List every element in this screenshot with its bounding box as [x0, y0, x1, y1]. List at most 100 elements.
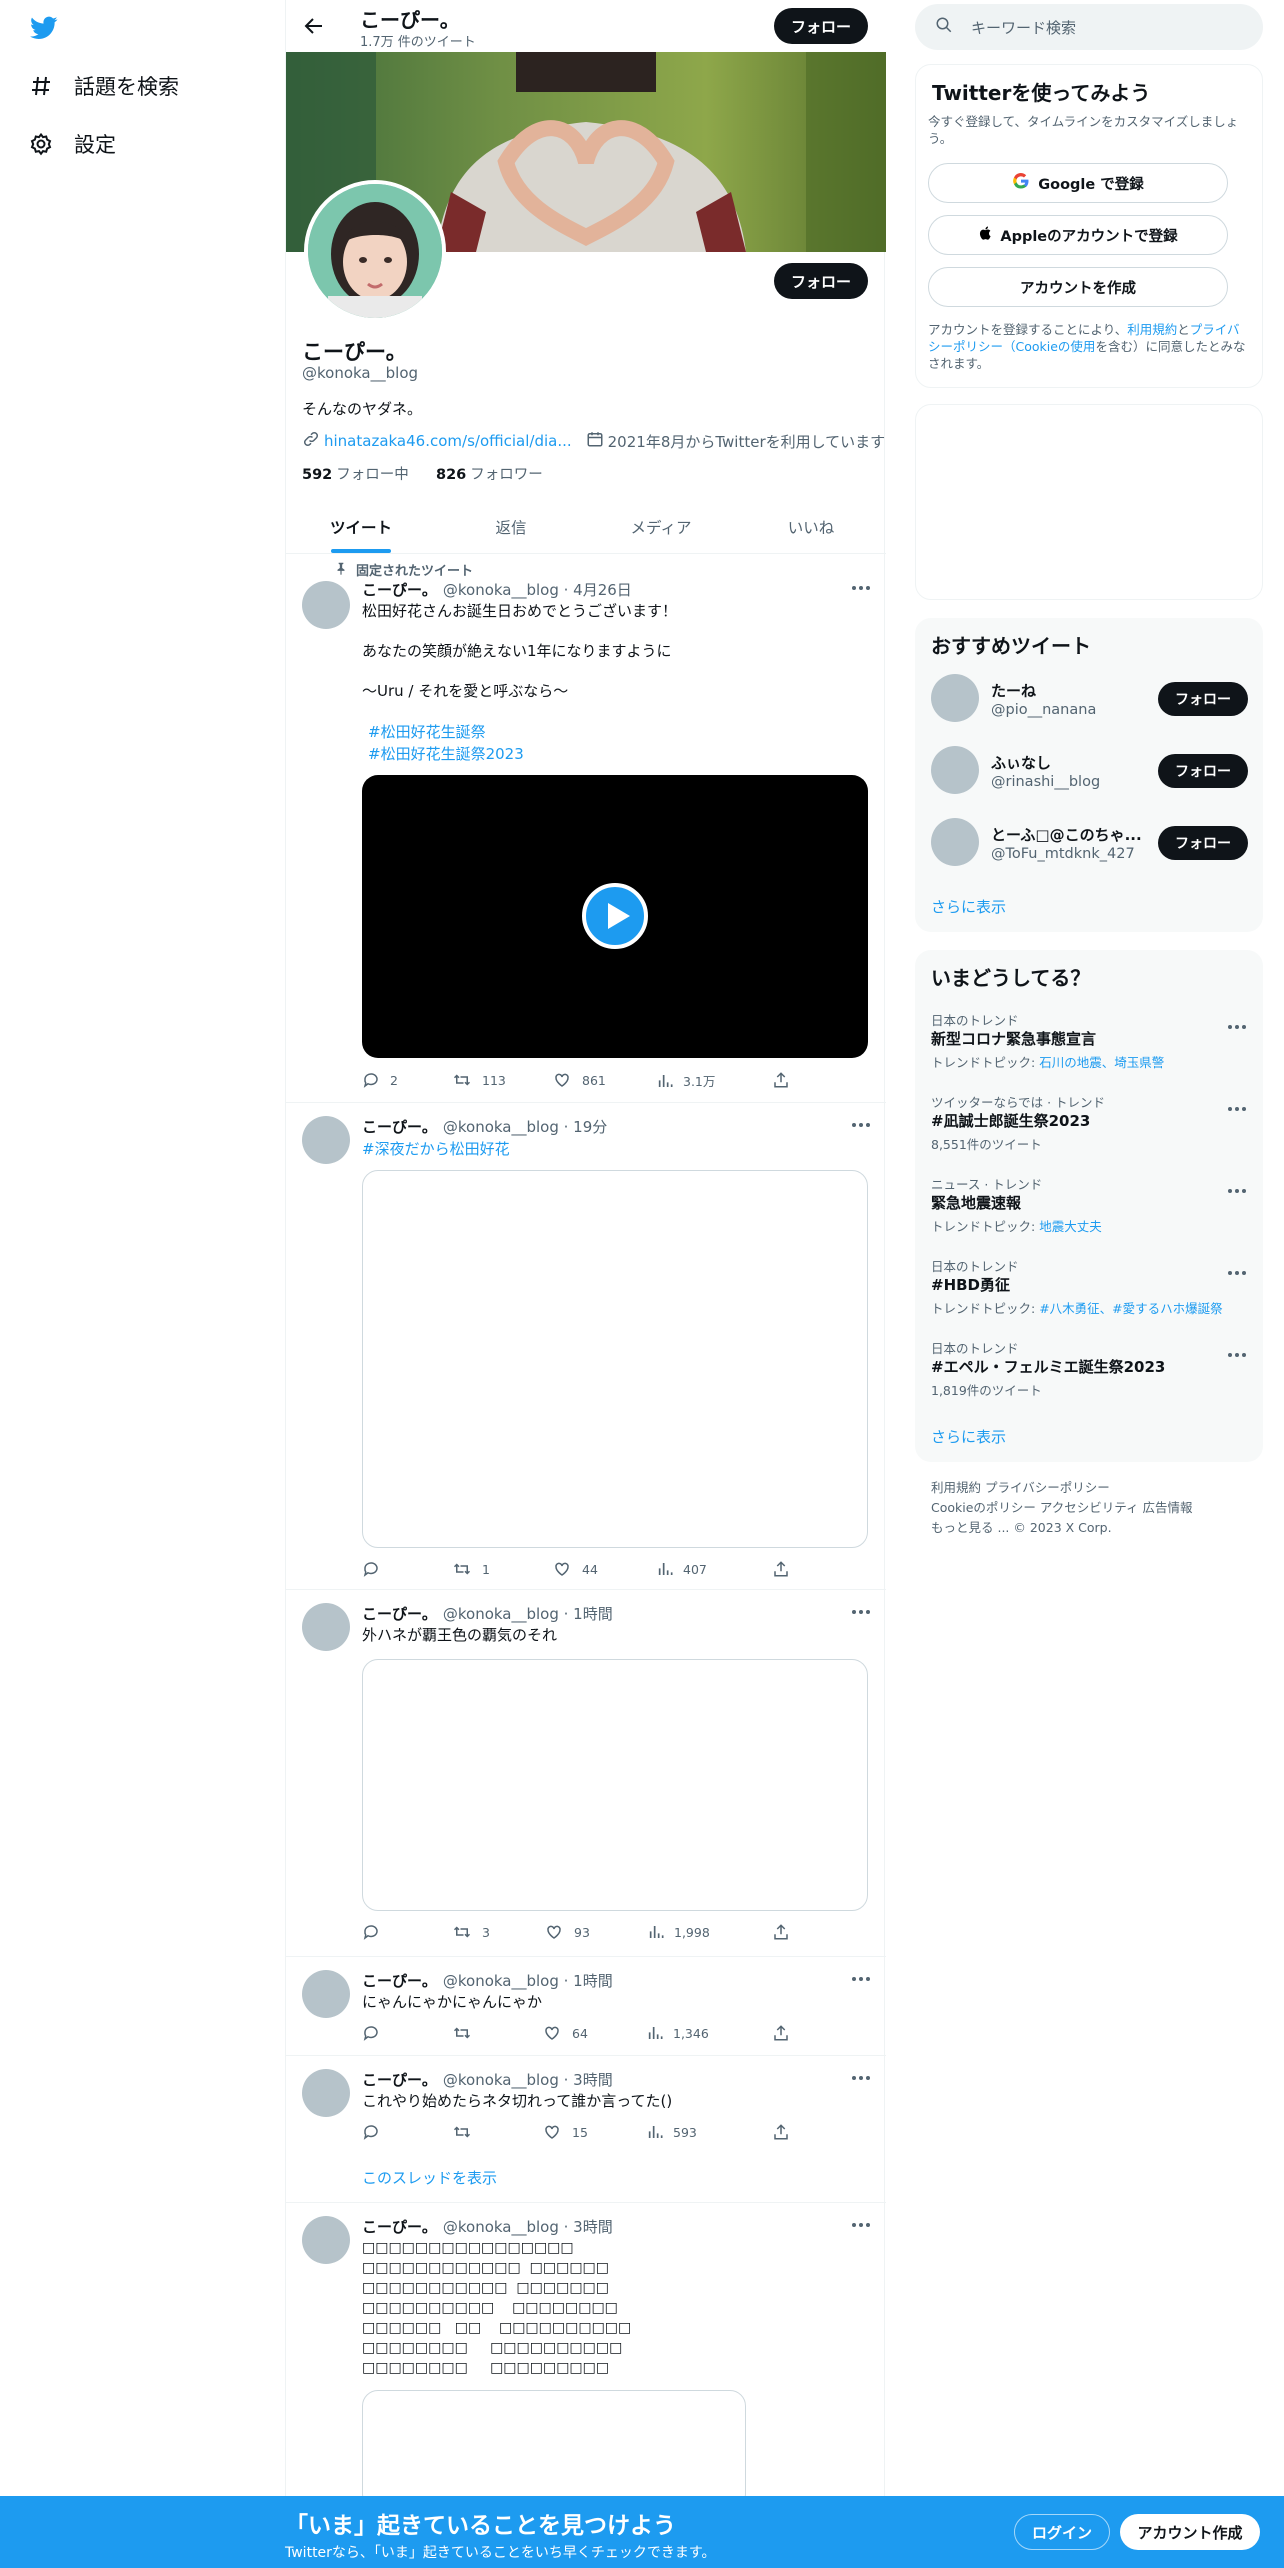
video-player[interactable]: [362, 775, 868, 1058]
tweet-author[interactable]: こーぴー。: [362, 1605, 437, 1623]
show-thread-link[interactable]: このスレッドを表示: [362, 2167, 497, 2188]
avatar[interactable]: [931, 818, 979, 866]
views-button[interactable]: 3.1万: [657, 1071, 715, 1090]
tweet[interactable]: こーぴー。 @konoka__blog · 3時間 これやり始めたらネタ切れって誰…: [286, 2057, 886, 2203]
embedded-media[interactable]: [362, 1170, 868, 1548]
more-icon[interactable]: [1227, 1098, 1247, 1111]
trend-item[interactable]: 日本のトレンド #エペル・フェルミエ誕生祭2023 1,819件のツイート: [915, 1338, 1263, 1408]
more-icon[interactable]: [850, 579, 872, 597]
tweet-author[interactable]: こーぴー。: [362, 2218, 437, 2236]
nav-item-explore[interactable]: 話題を検索: [28, 66, 179, 106]
more-icon[interactable]: [1227, 1344, 1247, 1357]
tweet-author[interactable]: こーぴー。: [362, 581, 437, 599]
views-button[interactable]: 407: [657, 1560, 707, 1578]
trend-item[interactable]: ツイッターならでは · トレンド #凪誠士郎誕生祭2023 8,551件のツイー…: [915, 1092, 1263, 1162]
login-button[interactable]: ログイン: [1014, 2514, 1110, 2550]
retweet-button[interactable]: 113: [452, 1071, 506, 1089]
embedded-media[interactable]: [362, 1659, 868, 1911]
nav-item-settings[interactable]: 設定: [28, 124, 116, 164]
tweet[interactable]: こーぴー。 @konoka__blog · 1時間 外ハネが覇王色の覇気のそれ 3…: [286, 1591, 886, 1957]
views-button[interactable]: 1,346: [647, 2024, 709, 2042]
like-button[interactable]: 64: [542, 2024, 588, 2042]
avatar[interactable]: [302, 1116, 350, 1164]
trend-item[interactable]: ニュース · トレンド 緊急地震速報 トレンドトピック: 地震大丈夫: [915, 1174, 1263, 1244]
search-input[interactable]: キーワード検索: [915, 4, 1263, 50]
reply-button[interactable]: [362, 2024, 390, 2042]
back-arrow-icon[interactable]: [302, 14, 326, 38]
show-more-link[interactable]: さらに表示: [931, 896, 1006, 917]
tab-media[interactable]: メディア: [586, 500, 736, 553]
hashtag-link[interactable]: #深夜だから松田好花: [362, 1138, 510, 1159]
follow-button[interactable]: フォロー: [1158, 826, 1248, 860]
play-icon[interactable]: [582, 883, 648, 949]
more-icon[interactable]: [850, 2216, 872, 2234]
views-button[interactable]: 1,998: [648, 1923, 710, 1941]
more-icon[interactable]: [850, 1116, 872, 1134]
footer-line[interactable]: Cookieのポリシー アクセシビリティ 広告情報: [931, 1498, 1251, 1518]
hashtag-link[interactable]: #松田好花生誕祭: [368, 721, 486, 742]
tab-likes[interactable]: いいね: [736, 500, 886, 553]
google-signup-button[interactable]: Google で登録: [928, 163, 1228, 203]
tweet-author[interactable]: こーぴー。: [362, 1118, 437, 1136]
like-button[interactable]: 861: [552, 1071, 606, 1089]
tweet[interactable]: こーぴー。 @konoka__blog · 19分 #深夜だから松田好花 1 44…: [286, 1104, 886, 1590]
retweet-button[interactable]: 3: [452, 1923, 490, 1941]
user-name[interactable]: たーね: [991, 680, 1036, 701]
tweet-author[interactable]: こーぴー。: [362, 1972, 437, 1990]
tweet-pinned[interactable]: 固定されたツイート こーぴー。 @konoka__blog · 4月26日 松田好…: [286, 555, 886, 1103]
following-link[interactable]: 592 フォロー中: [302, 467, 409, 483]
more-icon[interactable]: [1227, 1180, 1247, 1193]
tweet-author[interactable]: こーぴー。: [362, 2071, 437, 2089]
footer-line[interactable]: 利用規約 プライバシーポリシー: [931, 1478, 1251, 1498]
avatar[interactable]: [931, 674, 979, 722]
profile-website-link[interactable]: hinatazaka46.com/s/official/dia...: [324, 432, 572, 450]
create-account-button[interactable]: アカウントを作成: [928, 267, 1228, 307]
terms-link[interactable]: 利用規約: [1127, 322, 1177, 337]
tab-tweets[interactable]: ツイート: [286, 500, 436, 553]
hashtag-link[interactable]: #松田好花生誕祭2023: [368, 743, 524, 764]
header-follow-button[interactable]: フォロー: [774, 8, 868, 44]
views-button[interactable]: 593: [647, 2123, 697, 2141]
embedded-media[interactable]: [362, 2390, 746, 2510]
show-more-link[interactable]: さらに表示: [931, 1426, 1006, 1447]
apple-signup-button[interactable]: Appleのアカウントで登録: [928, 215, 1228, 255]
like-button[interactable]: 15: [542, 2123, 588, 2141]
more-icon[interactable]: [850, 2069, 872, 2087]
tweet[interactable]: こーぴー。 @konoka__blog · 1時間 にゃんにゃかにゃんにゃか 64…: [286, 1958, 886, 2056]
more-icon[interactable]: [850, 1603, 872, 1621]
share-button[interactable]: [772, 1923, 800, 1941]
avatar[interactable]: [931, 746, 979, 794]
tweet[interactable]: こーぴー。 @konoka__blog · 3時間 □□□□□□□□□□□□□□□…: [286, 2204, 886, 2510]
reply-button[interactable]: [362, 1923, 390, 1941]
avatar[interactable]: [302, 581, 350, 629]
reply-button[interactable]: 2: [362, 1071, 398, 1089]
retweet-button[interactable]: 1: [452, 1560, 490, 1578]
followers-link[interactable]: 826 フォロワー: [436, 467, 543, 483]
share-button[interactable]: [772, 2024, 800, 2042]
footer-line[interactable]: もっと見る ... © 2023 X Corp.: [931, 1518, 1251, 1538]
retweet-button[interactable]: [452, 2123, 482, 2141]
user-name[interactable]: とーふ□@このちゃ...: [991, 824, 1142, 845]
reply-button[interactable]: [362, 2123, 390, 2141]
tab-replies[interactable]: 返信: [436, 500, 586, 553]
share-button[interactable]: [772, 2123, 800, 2141]
trend-item[interactable]: 日本のトレンド 新型コロナ緊急事態宣言 トレンドトピック: 石川の地震、埼玉県警: [915, 1010, 1263, 1080]
share-button[interactable]: [772, 1071, 800, 1089]
like-button[interactable]: 93: [544, 1923, 590, 1941]
profile-avatar[interactable]: [304, 180, 446, 322]
avatar[interactable]: [302, 2216, 350, 2264]
signup-button[interactable]: アカウント作成: [1120, 2514, 1260, 2550]
trend-item[interactable]: 日本のトレンド #HBD勇征 トレンドトピック: #八木勇征、#愛するハホ爆誕祭: [915, 1256, 1263, 1326]
user-name[interactable]: ふぃなし: [991, 752, 1051, 773]
reply-button[interactable]: [362, 1560, 390, 1578]
retweet-button[interactable]: [452, 2024, 482, 2042]
profile-follow-button[interactable]: フォロー: [774, 263, 868, 299]
share-button[interactable]: [772, 1560, 800, 1578]
follow-button[interactable]: フォロー: [1158, 754, 1248, 788]
avatar[interactable]: [302, 1603, 350, 1651]
twitter-bird-icon[interactable]: [28, 14, 60, 44]
follow-button[interactable]: フォロー: [1158, 682, 1248, 716]
avatar[interactable]: [302, 1970, 350, 2018]
more-icon[interactable]: [1227, 1262, 1247, 1275]
more-icon[interactable]: [1227, 1016, 1247, 1029]
